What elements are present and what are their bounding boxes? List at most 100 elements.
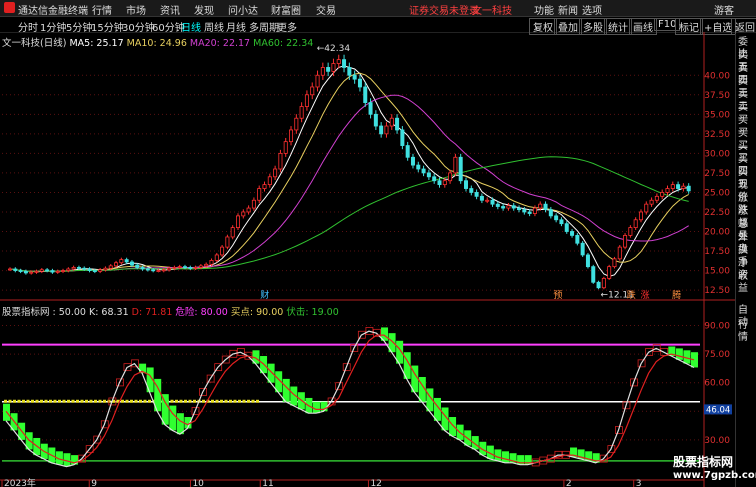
- signal-dot: [251, 399, 255, 403]
- menu-market-quotes[interactable]: 行情: [92, 2, 112, 17]
- stock-chart[interactable]: 12.50 15.00 17.50 20.00 22.50 25.00 27.50 30.00…: [0, 32, 735, 487]
- candle-body: [485, 199, 490, 202]
- candle-body: [145, 268, 150, 271]
- price-tick-label: 12.50: [704, 286, 730, 296]
- menu-discover[interactable]: 发现: [194, 2, 214, 17]
- menu-wealth-circle[interactable]: 财富圈: [271, 2, 301, 17]
- title-bar: 通达信金融终端 行情 市场 资讯 发现 问小达 财富圈 交易 证券交易未登录 文…: [0, 0, 756, 17]
- candle-body: [389, 117, 394, 127]
- price-tick-label: 27.50: [704, 169, 730, 179]
- signal-dot: [148, 399, 151, 403]
- event-marker: 预: [553, 290, 562, 301]
- user-guest[interactable]: 游客: [714, 2, 734, 17]
- price-tick-label: 40.00: [704, 71, 730, 81]
- candle-body: [416, 164, 421, 170]
- signal-dot: [233, 399, 237, 403]
- candle-body: [506, 205, 511, 209]
- candle-body: [490, 199, 495, 205]
- candle-body: [384, 125, 389, 135]
- candle-body: [543, 203, 548, 211]
- date-tick-label: 3: [636, 479, 642, 487]
- candle-body: [129, 261, 134, 266]
- candle-body: [570, 231, 575, 236]
- candle-body: [267, 176, 272, 186]
- event-marker: 财: [260, 289, 269, 301]
- menu-market[interactable]: 市场: [126, 2, 146, 17]
- signal-dot: [238, 399, 241, 403]
- candle-body: [331, 63, 336, 72]
- falling-block: [449, 417, 457, 437]
- signal-dot: [175, 399, 178, 403]
- candle-body: [554, 215, 559, 221]
- candle-body: [61, 270, 66, 272]
- candle-body: [151, 269, 156, 272]
- candle-body: [395, 117, 400, 131]
- candle-body: [453, 156, 458, 174]
- sidebar-item[interactable]: 收益: [738, 271, 756, 295]
- signal-dot: [76, 399, 79, 403]
- signal-dot: [130, 399, 133, 403]
- candle-body: [82, 267, 87, 270]
- falling-block: [312, 401, 320, 414]
- signal-dot: [71, 399, 75, 403]
- candle-body: [357, 78, 362, 88]
- signal-dot: [184, 399, 187, 403]
- signal-dot: [224, 399, 228, 403]
- candle-body: [182, 266, 187, 269]
- signal-dot: [215, 399, 219, 403]
- signal-dot: [13, 399, 16, 403]
- ma-line-ma10: [9, 72, 689, 272]
- candle-body: [193, 267, 198, 269]
- candle-body: [45, 269, 50, 272]
- menu-trade[interactable]: 交易: [316, 2, 336, 17]
- menu-news-right[interactable]: 新闻: [558, 2, 578, 17]
- candle-body: [522, 209, 527, 213]
- event-marker: 腾: [672, 289, 681, 301]
- candle-body: [156, 270, 161, 272]
- menu-functions[interactable]: 功能: [534, 2, 554, 17]
- sidebar-item[interactable]: 行情: [738, 320, 756, 344]
- candle-body: [289, 129, 294, 143]
- candle-body: [342, 59, 347, 68]
- signal-dot: [22, 399, 25, 403]
- candle-body: [103, 267, 108, 271]
- candle-body: [458, 156, 463, 182]
- candle-body: [660, 192, 665, 197]
- falling-block: [494, 449, 502, 461]
- candle-body: [448, 172, 453, 182]
- price-tick-label: 37.50: [704, 91, 730, 101]
- signal-dot: [53, 399, 57, 403]
- signal-dot: [85, 399, 88, 403]
- signal-dot: [256, 399, 259, 403]
- candle-body: [379, 125, 384, 135]
- indicator-tick-label: 60.00: [704, 379, 730, 389]
- signal-dot: [179, 399, 183, 403]
- price-tick-label: 17.50: [704, 247, 730, 257]
- price-tick-label: 22.50: [704, 208, 730, 218]
- candle-body: [278, 152, 283, 170]
- candle-body: [114, 262, 119, 267]
- candle-body: [405, 145, 410, 158]
- signal-dot: [211, 399, 214, 403]
- candle-body: [39, 269, 44, 272]
- menu-options[interactable]: 选项: [582, 2, 602, 17]
- login-alert[interactable]: 证券交易未登录: [409, 2, 479, 17]
- candle-body: [564, 223, 569, 232]
- candle-body: [501, 206, 506, 209]
- signal-dot: [17, 399, 21, 403]
- candle-body: [336, 59, 341, 64]
- candle-body: [262, 184, 267, 189]
- signal-dot: [220, 399, 223, 403]
- candle-body: [517, 207, 522, 211]
- candle-body: [220, 246, 225, 256]
- falling-block: [501, 451, 509, 463]
- quote-sidebar: 委比 卖五 卖四 卖三 卖二 卖一 买一 买二 买三 买四 买五 现价 涨跌 涨幅 总量 外盘 换手 净资 收益 自动…: [735, 34, 756, 487]
- signal-dot: [121, 399, 124, 403]
- candle-body: [71, 267, 76, 270]
- candle-body: [209, 260, 214, 265]
- menu-wenxiaoda[interactable]: 问小达: [228, 2, 258, 17]
- candle-body: [299, 106, 304, 119]
- candle-body: [98, 269, 103, 272]
- menu-news[interactable]: 资讯: [160, 2, 180, 17]
- candle-body: [177, 266, 182, 269]
